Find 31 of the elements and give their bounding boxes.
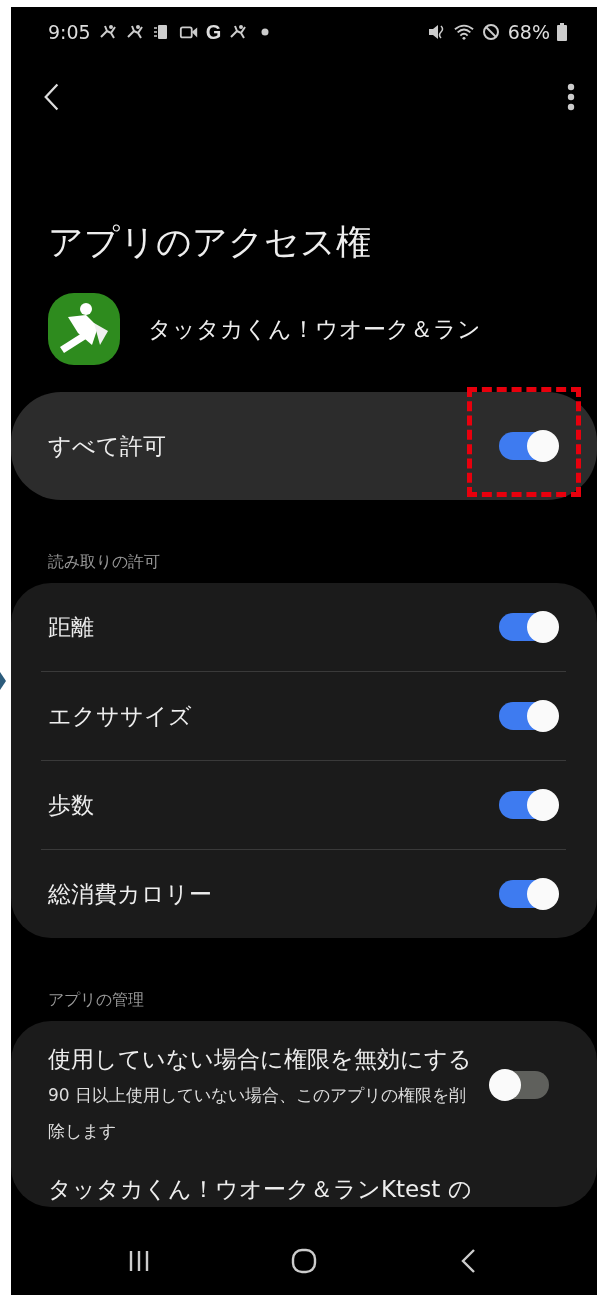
- setting-description: 90 日以上使用していない場合、このアプリの権限を削除します: [48, 1084, 468, 1143]
- battery-icon: [557, 23, 567, 41]
- setting-label: 歩数: [48, 790, 94, 820]
- toggle-switch[interactable]: [491, 1071, 549, 1099]
- more-options-icon[interactable]: [567, 83, 575, 111]
- dot-icon: [261, 28, 270, 36]
- setting-label: 使用していない場合に権限を無効にする: [48, 1045, 473, 1074]
- setting-label: すべて許可: [48, 431, 166, 461]
- section-header: 読み取りの許可: [48, 552, 161, 573]
- setting-label: 総消費カロリー: [48, 879, 212, 909]
- pointer-icon: [0, 672, 6, 690]
- back-icon[interactable]: [43, 81, 61, 113]
- setting-label: タッタカくん！ウオーク＆ランKtest の: [48, 1175, 472, 1204]
- do-not-disturb-icon: [480, 23, 501, 41]
- toggle-switch[interactable]: [499, 880, 557, 908]
- section-header: アプリの管理: [48, 990, 145, 1011]
- wifi-icon: [453, 23, 474, 41]
- battery-percentage: 68%: [507, 21, 550, 43]
- toggle-switch[interactable]: [499, 791, 557, 819]
- toggle-switch[interactable]: [499, 432, 557, 460]
- app-name: タッタカくん！ウオーク＆ラン: [148, 314, 481, 344]
- home-icon[interactable]: [291, 1248, 317, 1274]
- setting-label: エクササイズ: [48, 701, 192, 731]
- clock-time: 9:05: [48, 21, 91, 43]
- app-icon: [48, 293, 120, 365]
- page-title: アプリのアクセス権: [48, 221, 372, 264]
- setting-label: 距離: [48, 612, 94, 642]
- toggle-switch[interactable]: [499, 613, 557, 641]
- toggle-switch[interactable]: [499, 702, 557, 730]
- g-letter: G: [205, 20, 222, 44]
- runner-icon: [228, 23, 249, 41]
